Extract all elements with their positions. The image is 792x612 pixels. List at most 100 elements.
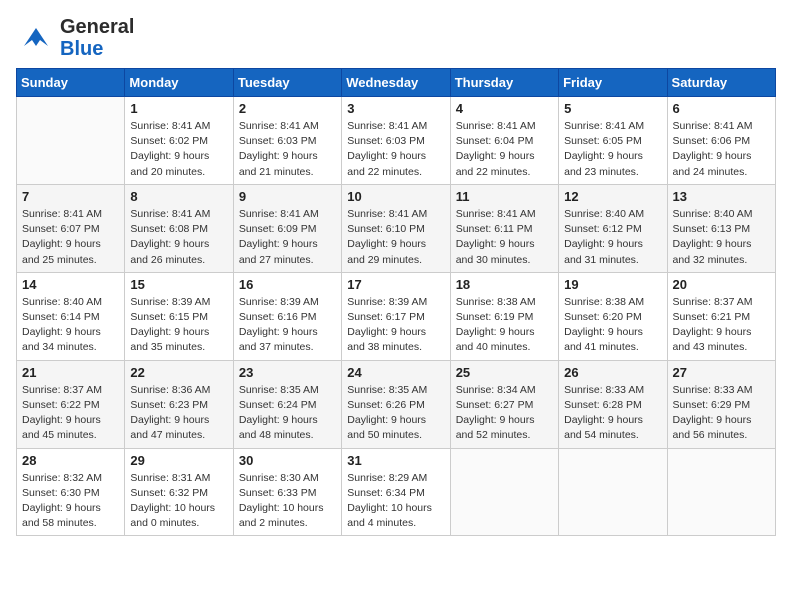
day-info: Sunrise: 8:41 AMSunset: 6:02 PMDaylight:… (130, 119, 227, 180)
calendar-cell: 31 Sunrise: 8:29 AMSunset: 6:34 PMDayligh… (342, 448, 450, 536)
day-info: Sunrise: 8:35 AMSunset: 6:24 PMDaylight:… (239, 383, 336, 444)
day-number: 23 (239, 365, 336, 380)
calendar-week-4: 21 Sunrise: 8:37 AMSunset: 6:22 PMDayligh… (17, 360, 776, 448)
day-number: 29 (130, 453, 227, 468)
day-info: Sunrise: 8:35 AMSunset: 6:26 PMDaylight:… (347, 383, 444, 444)
weekday-header-friday: Friday (559, 69, 667, 97)
day-number: 28 (22, 453, 119, 468)
calendar-cell: 13 Sunrise: 8:40 AMSunset: 6:13 PMDayligh… (667, 184, 775, 272)
day-number: 12 (564, 189, 661, 204)
calendar-cell: 3 Sunrise: 8:41 AMSunset: 6:03 PMDaylight… (342, 97, 450, 185)
calendar-cell: 5 Sunrise: 8:41 AMSunset: 6:05 PMDaylight… (559, 97, 667, 185)
calendar-cell: 7 Sunrise: 8:41 AMSunset: 6:07 PMDaylight… (17, 184, 125, 272)
day-info: Sunrise: 8:40 AMSunset: 6:14 PMDaylight:… (22, 295, 119, 356)
calendar-week-3: 14 Sunrise: 8:40 AMSunset: 6:14 PMDayligh… (17, 272, 776, 360)
day-number: 22 (130, 365, 227, 380)
calendar-cell: 26 Sunrise: 8:33 AMSunset: 6:28 PMDayligh… (559, 360, 667, 448)
weekday-header-saturday: Saturday (667, 69, 775, 97)
calendar-cell: 21 Sunrise: 8:37 AMSunset: 6:22 PMDayligh… (17, 360, 125, 448)
day-info: Sunrise: 8:41 AMSunset: 6:03 PMDaylight:… (347, 119, 444, 180)
day-number: 13 (673, 189, 770, 204)
calendar-table: SundayMondayTuesdayWednesdayThursdayFrid… (16, 68, 776, 536)
day-info: Sunrise: 8:29 AMSunset: 6:34 PMDaylight:… (347, 471, 444, 532)
day-info: Sunrise: 8:41 AMSunset: 6:07 PMDaylight:… (22, 207, 119, 268)
weekday-header-tuesday: Tuesday (233, 69, 341, 97)
day-info: Sunrise: 8:37 AMSunset: 6:21 PMDaylight:… (673, 295, 770, 356)
day-info: Sunrise: 8:33 AMSunset: 6:28 PMDaylight:… (564, 383, 661, 444)
day-info: Sunrise: 8:39 AMSunset: 6:15 PMDaylight:… (130, 295, 227, 356)
calendar-cell: 11 Sunrise: 8:41 AMSunset: 6:11 PMDayligh… (450, 184, 558, 272)
calendar-header-row: SundayMondayTuesdayWednesdayThursdayFrid… (17, 69, 776, 97)
calendar-cell: 27Sunrise: 8:33 AMSunset: 6:29 PMDayligh… (667, 360, 775, 448)
day-number: 3 (347, 101, 444, 116)
day-info: Sunrise: 8:34 AMSunset: 6:27 PMDaylight:… (456, 383, 553, 444)
day-number: 17 (347, 277, 444, 292)
logo-text-block: General Blue (60, 16, 134, 60)
day-info: Sunrise: 8:41 AMSunset: 6:04 PMDaylight:… (456, 119, 553, 180)
day-info: Sunrise: 8:41 AMSunset: 6:06 PMDaylight:… (673, 119, 770, 180)
day-info: Sunrise: 8:41 AMSunset: 6:11 PMDaylight:… (456, 207, 553, 268)
day-info: Sunrise: 8:41 AMSunset: 6:05 PMDaylight:… (564, 119, 661, 180)
calendar-cell: 29Sunrise: 8:31 AMSunset: 6:32 PMDayligh… (125, 448, 233, 536)
weekday-header-thursday: Thursday (450, 69, 558, 97)
calendar-cell: 16Sunrise: 8:39 AMSunset: 6:16 PMDayligh… (233, 272, 341, 360)
day-number: 14 (22, 277, 119, 292)
calendar-cell: 2 Sunrise: 8:41 AMSunset: 6:03 PMDaylight… (233, 97, 341, 185)
day-info: Sunrise: 8:41 AMSunset: 6:03 PMDaylight:… (239, 119, 336, 180)
weekday-header-wednesday: Wednesday (342, 69, 450, 97)
calendar-cell: 19Sunrise: 8:38 AMSunset: 6:20 PMDayligh… (559, 272, 667, 360)
day-info: Sunrise: 8:38 AMSunset: 6:19 PMDaylight:… (456, 295, 553, 356)
day-number: 9 (239, 189, 336, 204)
logo-general: General (60, 16, 134, 38)
calendar-cell: 24 Sunrise: 8:35 AMSunset: 6:26 PMDayligh… (342, 360, 450, 448)
calendar-cell: 14 Sunrise: 8:40 AMSunset: 6:14 PMDayligh… (17, 272, 125, 360)
weekday-header-monday: Monday (125, 69, 233, 97)
day-info: Sunrise: 8:40 AMSunset: 6:13 PMDaylight:… (673, 207, 770, 268)
calendar-week-5: 28 Sunrise: 8:32 AMSunset: 6:30 PMDayligh… (17, 448, 776, 536)
calendar-cell: 25 Sunrise: 8:34 AMSunset: 6:27 PMDayligh… (450, 360, 558, 448)
calendar-cell: 9Sunrise: 8:41 AMSunset: 6:09 PMDaylight… (233, 184, 341, 272)
calendar-cell: 4 Sunrise: 8:41 AMSunset: 6:04 PMDaylight… (450, 97, 558, 185)
day-number: 4 (456, 101, 553, 116)
calendar-cell: 20 Sunrise: 8:37 AMSunset: 6:21 PMDayligh… (667, 272, 775, 360)
day-number: 8 (130, 189, 227, 204)
day-info: Sunrise: 8:41 AMSunset: 6:08 PMDaylight:… (130, 207, 227, 268)
weekday-header-sunday: Sunday (17, 69, 125, 97)
day-info: Sunrise: 8:38 AMSunset: 6:20 PMDaylight:… (564, 295, 661, 356)
day-number: 20 (673, 277, 770, 292)
calendar-cell: 6 Sunrise: 8:41 AMSunset: 6:06 PMDaylight… (667, 97, 775, 185)
calendar-week-2: 7 Sunrise: 8:41 AMSunset: 6:07 PMDaylight… (17, 184, 776, 272)
day-number: 18 (456, 277, 553, 292)
day-number: 5 (564, 101, 661, 116)
day-number: 25 (456, 365, 553, 380)
day-number: 30 (239, 453, 336, 468)
day-info: Sunrise: 8:37 AMSunset: 6:22 PMDaylight:… (22, 383, 119, 444)
calendar-cell: 15Sunrise: 8:39 AMSunset: 6:15 PMDayligh… (125, 272, 233, 360)
day-number: 26 (564, 365, 661, 380)
day-number: 6 (673, 101, 770, 116)
day-number: 21 (22, 365, 119, 380)
day-info: Sunrise: 8:40 AMSunset: 6:12 PMDaylight:… (564, 207, 661, 268)
calendar-week-1: 1 Sunrise: 8:41 AMSunset: 6:02 PMDaylight… (17, 97, 776, 185)
calendar-cell: 22 Sunrise: 8:36 AMSunset: 6:23 PMDayligh… (125, 360, 233, 448)
day-number: 24 (347, 365, 444, 380)
calendar-cell: 12 Sunrise: 8:40 AMSunset: 6:12 PMDayligh… (559, 184, 667, 272)
day-info: Sunrise: 8:39 AMSunset: 6:16 PMDaylight:… (239, 295, 336, 356)
day-number: 7 (22, 189, 119, 204)
calendar-cell: 8 Sunrise: 8:41 AMSunset: 6:08 PMDaylight… (125, 184, 233, 272)
day-number: 11 (456, 189, 553, 204)
logo-icon (16, 18, 56, 58)
day-info: Sunrise: 8:30 AMSunset: 6:33 PMDaylight:… (239, 471, 336, 532)
calendar-cell: 10Sunrise: 8:41 AMSunset: 6:10 PMDayligh… (342, 184, 450, 272)
day-number: 2 (239, 101, 336, 116)
day-number: 31 (347, 453, 444, 468)
calendar-cell: 23 Sunrise: 8:35 AMSunset: 6:24 PMDayligh… (233, 360, 341, 448)
calendar-cell: 1 Sunrise: 8:41 AMSunset: 6:02 PMDaylight… (125, 97, 233, 185)
day-number: 1 (130, 101, 227, 116)
day-info: Sunrise: 8:32 AMSunset: 6:30 PMDaylight:… (22, 471, 119, 532)
logo-blue: Blue (60, 38, 103, 60)
calendar-cell (559, 448, 667, 536)
logo: General Blue (16, 16, 134, 60)
day-info: Sunrise: 8:36 AMSunset: 6:23 PMDaylight:… (130, 383, 227, 444)
calendar-cell: 28 Sunrise: 8:32 AMSunset: 6:30 PMDayligh… (17, 448, 125, 536)
